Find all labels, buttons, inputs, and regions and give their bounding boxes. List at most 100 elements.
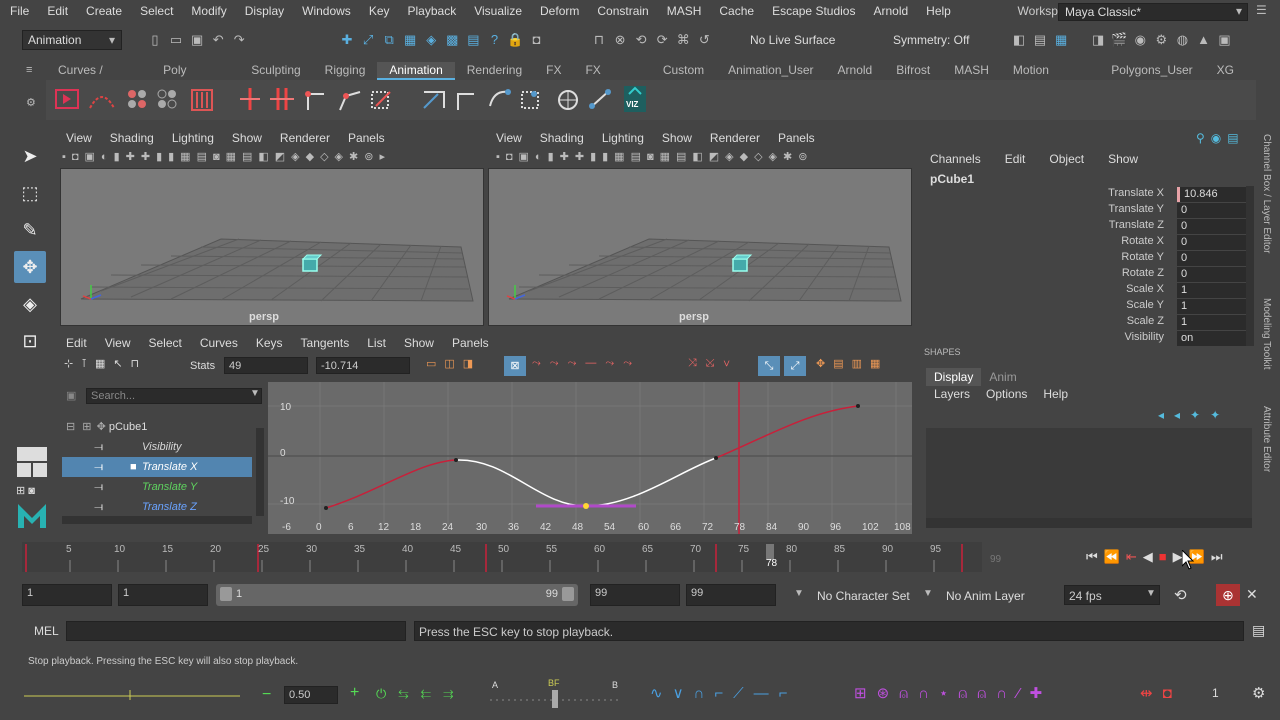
ge-move-key-icons[interactable]: ⊹⊺▦↖⊓ bbox=[64, 357, 147, 370]
wire-icon[interactable] bbox=[521, 91, 539, 109]
expand-icon[interactable]: ⊞ bbox=[82, 421, 91, 433]
start-time-field[interactable]: 1 bbox=[22, 584, 112, 606]
outliner-search-input[interactable]: Search... bbox=[86, 388, 262, 404]
menu-set-dropdown[interactable]: Animation bbox=[22, 30, 122, 50]
shelf-tab-mash[interactable]: MASH bbox=[942, 62, 1001, 80]
cb-value[interactable]: 1 bbox=[1177, 283, 1247, 298]
snap-cycle-icon[interactable]: ↺ bbox=[695, 31, 713, 49]
ge-menu-list[interactable]: List bbox=[367, 336, 386, 350]
snap-view-icon[interactable]: ▤ bbox=[464, 31, 482, 49]
shelf-tab-poly-modeling[interactable]: Poly Modeling bbox=[151, 62, 239, 93]
ipr-icon[interactable]: ◉ bbox=[1131, 31, 1149, 49]
shelf-tab-fx-caching[interactable]: FX Caching bbox=[573, 62, 650, 93]
select-hierarchy-icon[interactable]: ✚ bbox=[338, 31, 356, 49]
vp1-menu-view[interactable]: View bbox=[66, 131, 92, 147]
autokey-icon[interactable]: ⊕ bbox=[1216, 584, 1240, 606]
snap-curve-icon[interactable]: ◈ bbox=[422, 31, 440, 49]
render-frame-icon[interactable]: ◨ bbox=[1089, 31, 1107, 49]
character-set-dropdown-icon[interactable]: ▼ bbox=[794, 588, 804, 599]
time-slider[interactable]: 5 10 15 20 25 30 35 40 45 50 55 60 65 70… bbox=[22, 542, 982, 572]
cb-row-rotate-z[interactable]: Rotate Z 0 bbox=[1060, 267, 1247, 283]
render-icon[interactable]: 🎬 bbox=[1110, 31, 1128, 49]
cb-value[interactable]: on bbox=[1177, 331, 1247, 346]
ge-misc-icons[interactable]: ✥▤▥▦ bbox=[816, 357, 888, 370]
snap-rotate-icon[interactable]: ⟳ bbox=[653, 31, 671, 49]
sidebar-toggle-icon[interactable]: ◧ bbox=[1010, 31, 1028, 49]
select-component-icon[interactable]: ⧉ bbox=[380, 31, 398, 49]
outliner-channel-row[interactable]: ⟞ Translate Z bbox=[62, 497, 252, 517]
shelf-tab-polygons-user[interactable]: Polygons_User bbox=[1099, 62, 1204, 80]
menu-file[interactable]: File bbox=[0, 4, 37, 18]
playblast-icon[interactable] bbox=[55, 89, 79, 109]
menu-deform[interactable]: Deform bbox=[530, 4, 587, 18]
goto-start-icon[interactable]: ⏮ bbox=[1086, 549, 1104, 564]
channel-box-header-icons[interactable]: ⚲◉▤ bbox=[1196, 131, 1245, 145]
vp1-menu-panels[interactable]: Panels bbox=[348, 131, 385, 147]
vp2-menu-panels[interactable]: Panels bbox=[778, 131, 815, 147]
cb-row-translate-x[interactable]: Translate X 10.846 bbox=[1060, 187, 1247, 203]
tangent-type-icons[interactable]: ∿∨∩⌐⟋—⌐ bbox=[650, 684, 797, 702]
layer-menu-layers[interactable]: Layers bbox=[934, 387, 970, 401]
lattice-icon[interactable] bbox=[423, 91, 445, 109]
prev-key-icon[interactable]: ⇤ bbox=[1126, 549, 1143, 564]
menu-escape-studios[interactable]: Escape Studios bbox=[762, 4, 863, 18]
key-tool-icons[interactable]: ⇹◘ bbox=[1140, 684, 1182, 702]
menu-edit[interactable]: Edit bbox=[37, 4, 76, 18]
menu-cache[interactable]: Cache bbox=[709, 4, 762, 18]
ge-auto-frame-icon[interactable]: ⊠ bbox=[504, 356, 526, 376]
viewport1-toolbar[interactable]: ▪◘▣◐▮✚✚▮▮▦▤◙▦▤◧◩◈◆◇◈✱⊚▸ bbox=[62, 150, 391, 166]
cb-value[interactable]: 0 bbox=[1177, 235, 1247, 250]
ge-menu-curves[interactable]: Curves bbox=[200, 336, 238, 350]
joint-tool-icon[interactable] bbox=[305, 91, 324, 110]
snap-grid-icon[interactable]: ▦ bbox=[401, 31, 419, 49]
vp1-menu-show[interactable]: Show bbox=[232, 131, 262, 147]
layout-toggle-icons[interactable]: ⊞ ◙ bbox=[16, 484, 48, 498]
vp2-menu-show[interactable]: Show bbox=[662, 131, 692, 147]
workspace-menu-icon[interactable]: ☰ bbox=[1256, 3, 1274, 21]
cb-row-translate-y[interactable]: Translate Y 0 bbox=[1060, 203, 1247, 219]
vp2-menu-lighting[interactable]: Lighting bbox=[602, 131, 644, 147]
lock-icon[interactable]: 🔒 bbox=[507, 31, 525, 49]
shelf-settings-icon[interactable]: ⚙ bbox=[26, 96, 40, 110]
menu-visualize[interactable]: Visualize bbox=[464, 4, 530, 18]
tween-value-field[interactable]: 0.50 bbox=[284, 686, 338, 704]
open-scene-icon[interactable]: ▭ bbox=[167, 31, 185, 49]
layer-menu-help[interactable]: Help bbox=[1043, 387, 1068, 401]
rv-icon[interactable]: ▣ bbox=[1216, 31, 1234, 49]
range-start-handle[interactable] bbox=[220, 587, 232, 601]
layer-editor-icons[interactable]: ◂◂✦✦ bbox=[1158, 408, 1230, 422]
scale-tool-icon[interactable]: ⊡ bbox=[14, 325, 46, 357]
frame-field[interactable]: 49 bbox=[224, 357, 308, 374]
cb-menu-channels[interactable]: Channels bbox=[930, 152, 981, 166]
blendshape-icon[interactable] bbox=[489, 89, 511, 107]
loop-icon[interactable]: ⟲ bbox=[1174, 586, 1187, 604]
increment-icon[interactable]: + bbox=[350, 684, 359, 702]
menu-windows[interactable]: Windows bbox=[292, 4, 359, 18]
shelf-menu-icon[interactable]: ≡ bbox=[26, 64, 40, 78]
viewport2-toolbar[interactable]: ▪◘▣◐▮✚✚▮▮▦▤◙▦▤◧◩◈◆◇◈✱⊚ bbox=[496, 150, 813, 166]
lasso-tool-icon[interactable]: ⬚ bbox=[14, 177, 46, 209]
layer-tab-display[interactable]: Display bbox=[926, 368, 982, 386]
snap-loop-icon[interactable]: ⟲ bbox=[632, 31, 650, 49]
ge-menu-view[interactable]: View bbox=[105, 336, 131, 350]
ghost-icon[interactable] bbox=[128, 90, 146, 108]
cb-row-rotate-x[interactable]: Rotate X 0 bbox=[1060, 235, 1247, 251]
outliner-channel-row[interactable]: ⟞ Translate Y bbox=[62, 477, 252, 497]
ge-menu-edit[interactable]: Edit bbox=[66, 336, 87, 350]
menu-constrain[interactable]: Constrain bbox=[587, 4, 656, 18]
fps-dropdown-icon[interactable]: ▼ bbox=[1146, 588, 1156, 599]
vp2-menu-renderer[interactable]: Renderer bbox=[710, 131, 760, 147]
shelf-tab-arnold[interactable]: Arnold bbox=[826, 62, 885, 80]
select-object-icon[interactable]: ⤢ bbox=[359, 31, 377, 49]
cb-value[interactable]: 0 bbox=[1177, 219, 1247, 234]
menu-create[interactable]: Create bbox=[76, 4, 130, 18]
layout-single-icon[interactable] bbox=[16, 446, 48, 478]
outliner-channel-row-selected[interactable]: ⟞ ■ Translate X bbox=[62, 457, 252, 477]
menu-mash[interactable]: MASH bbox=[657, 4, 710, 18]
new-scene-icon[interactable]: ▯ bbox=[146, 31, 164, 49]
vp1-menu-renderer[interactable]: Renderer bbox=[280, 131, 330, 147]
anim-layer-dropdown-icon[interactable]: ▼ bbox=[923, 588, 933, 599]
workspace-dropdown[interactable]: Maya Classic* bbox=[1058, 3, 1248, 21]
bake-icon[interactable] bbox=[191, 89, 213, 111]
layer-menu-options[interactable]: Options bbox=[986, 387, 1027, 401]
